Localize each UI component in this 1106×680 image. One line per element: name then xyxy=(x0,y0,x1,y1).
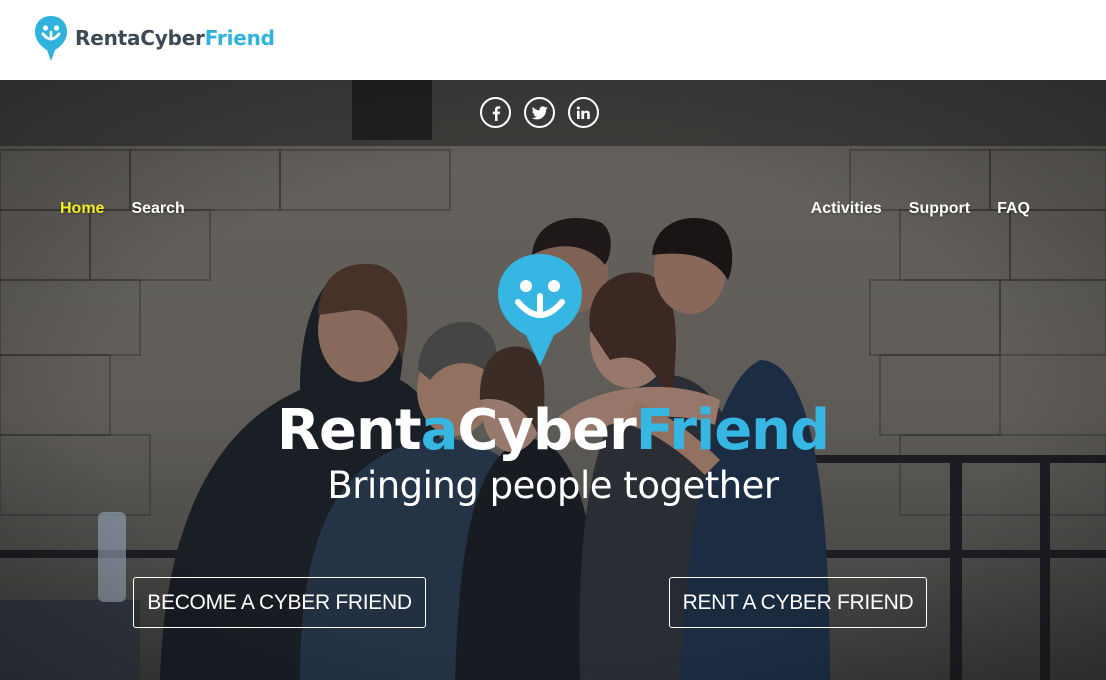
hero-title-part1: Rent xyxy=(276,398,422,463)
site-header: RentaCyberFriend xyxy=(0,0,1106,80)
main-nav-right: Activities Support FAQ xyxy=(811,200,1030,218)
hero-title: RentaCyberFriend xyxy=(0,398,1106,464)
brand-logo[interactable]: RentaCyberFriend xyxy=(33,13,275,63)
hero-title-part4: Friend xyxy=(635,398,830,463)
main-nav-left: Home Search xyxy=(60,200,185,218)
smiley-pin-logo-icon xyxy=(35,16,67,61)
hero-title-part3: Cyber xyxy=(457,398,636,463)
hero-section: Home Search Activities Support FAQ Renta… xyxy=(0,80,1106,680)
facebook-glyph-icon xyxy=(492,105,500,121)
social-bar xyxy=(0,80,1106,146)
twitter-bird-icon xyxy=(531,105,548,119)
brand-name-part2: Friend xyxy=(204,26,275,50)
rent-cyber-friend-button[interactable]: RENT A CYBER FRIEND xyxy=(669,577,927,628)
nav-home[interactable]: Home xyxy=(60,200,104,218)
hero-title-part2: a xyxy=(420,398,459,463)
social-links xyxy=(480,97,599,128)
hero-tagline: Bringing people together xyxy=(327,464,779,507)
smiley-pin-hero-icon xyxy=(498,254,582,366)
nav-support[interactable]: Support xyxy=(909,200,970,218)
linkedin-glyph-icon xyxy=(576,106,590,119)
twitter-icon[interactable] xyxy=(524,97,555,128)
become-cyber-friend-button[interactable]: BECOME A CYBER FRIEND xyxy=(133,577,426,628)
nav-faq[interactable]: FAQ xyxy=(997,200,1030,218)
linkedin-icon[interactable] xyxy=(568,97,599,128)
nav-search[interactable]: Search xyxy=(131,200,184,218)
brand-name-part1: RentaCyber xyxy=(75,26,205,50)
facebook-icon[interactable] xyxy=(480,97,511,128)
brand-name: RentaCyberFriend xyxy=(75,26,275,50)
nav-activities[interactable]: Activities xyxy=(811,200,882,218)
